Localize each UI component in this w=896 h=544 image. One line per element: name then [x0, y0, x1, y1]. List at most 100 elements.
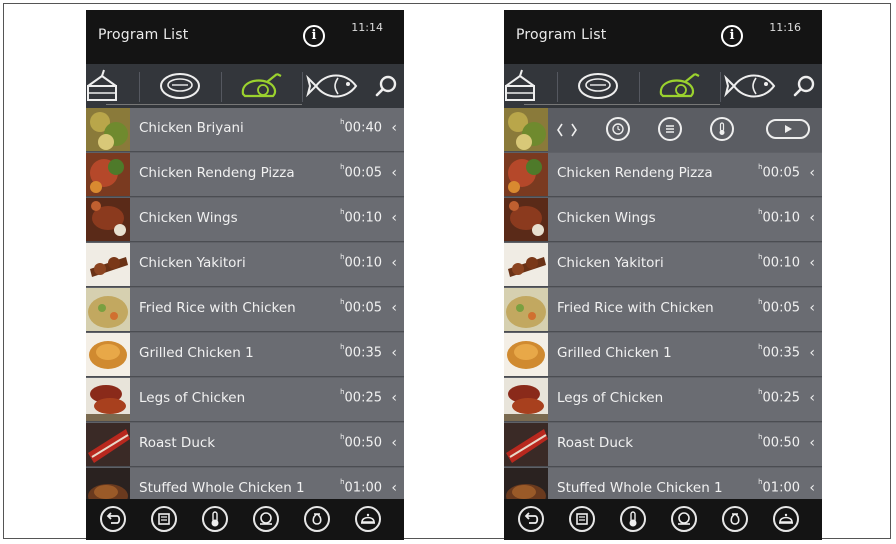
- play-icon[interactable]: [766, 119, 810, 139]
- program-duration: h00:05: [758, 163, 800, 181]
- chevron-left-icon[interactable]: ‹: [809, 345, 815, 361]
- chevron-left-icon[interactable]: ‹: [809, 165, 815, 181]
- list-item[interactable]: Chicken Briyani h00:40 ‹: [86, 108, 404, 152]
- program-name: Fried Rice with Chicken: [139, 300, 296, 316]
- chevron-left-icon[interactable]: ‹: [391, 255, 397, 271]
- page-title: Program List: [516, 27, 607, 43]
- program-name: Roast Duck: [139, 435, 216, 451]
- list-item[interactable]: Chicken Rendeng Pizza h00:05 ‹: [504, 153, 822, 197]
- list-item[interactable]: Chicken Yakitori h00:10 ‹: [504, 243, 822, 287]
- list-item[interactable]: Fried Rice with Chicken h00:05 ‹: [504, 288, 822, 332]
- food-thumbnail: [86, 378, 130, 421]
- chevron-left-icon[interactable]: ‹: [391, 435, 397, 451]
- poultry-icon[interactable]: [641, 64, 717, 108]
- cloche-icon[interactable]: [355, 506, 381, 532]
- list-item[interactable]: Roast Duck h00:50 ‹: [86, 423, 404, 467]
- meat-icon[interactable]: [560, 64, 636, 108]
- tab-divider: [221, 72, 222, 102]
- program-name: Chicken Yakitori: [139, 255, 246, 271]
- oven-icon[interactable]: [569, 506, 595, 532]
- program-duration: h00:25: [758, 388, 800, 406]
- title-bar: Program List i 11:14: [86, 10, 404, 64]
- list-item-swiped[interactable]: [504, 108, 822, 152]
- temperature-icon[interactable]: [710, 117, 734, 141]
- program-name: Grilled Chicken 1: [139, 345, 254, 361]
- phone-screen-2: Program List i 11:16 Chicken Rendeng Piz…: [504, 10, 822, 540]
- chevron-left-icon[interactable]: ‹: [391, 300, 397, 316]
- program-duration: h00:05: [340, 298, 382, 316]
- info-icon[interactable]: i: [721, 25, 743, 47]
- tab-divider: [139, 72, 140, 102]
- phone-screen-1: Program List i 11:14 Chicken Briyani h00…: [86, 10, 404, 540]
- search-icon[interactable]: [786, 64, 822, 108]
- details-icon[interactable]: [658, 117, 682, 141]
- program-duration: h00:05: [340, 163, 382, 181]
- category-tabs: [504, 64, 822, 108]
- chevron-left-icon[interactable]: ‹: [809, 255, 815, 271]
- cake-icon[interactable]: [86, 64, 136, 108]
- chevron-left-icon[interactable]: ‹: [391, 345, 397, 361]
- list-item[interactable]: Fried Rice with Chicken h00:05 ‹: [86, 288, 404, 332]
- chevron-left-icon[interactable]: ‹: [809, 390, 815, 406]
- info-icon[interactable]: i: [303, 25, 325, 47]
- chevron-left-icon[interactable]: ‹: [809, 435, 815, 451]
- bottom-toolbar: [504, 499, 822, 540]
- program-name: Fried Rice with Chicken: [557, 300, 714, 316]
- fish-icon[interactable]: [304, 64, 366, 108]
- plate-icon[interactable]: [671, 506, 697, 532]
- chevron-left-icon[interactable]: ‹: [809, 300, 815, 316]
- list-item[interactable]: Roast Duck h00:50 ‹: [504, 423, 822, 467]
- oven-icon[interactable]: [151, 506, 177, 532]
- poultry-icon[interactable]: [223, 64, 299, 108]
- list-item[interactable]: Chicken Wings h00:10 ‹: [504, 198, 822, 242]
- program-name: Roast Duck: [557, 435, 634, 451]
- title-bar: Program List i 11:16: [504, 10, 822, 64]
- cloche-icon[interactable]: [773, 506, 799, 532]
- food-thumbnail: [504, 108, 548, 151]
- timer-icon[interactable]: [606, 117, 630, 141]
- back-icon[interactable]: [518, 506, 544, 532]
- list-item[interactable]: Chicken Wings h00:10 ‹: [86, 198, 404, 242]
- list-item[interactable]: Grilled Chicken 1 h00:35 ‹: [86, 333, 404, 377]
- chevron-left-icon[interactable]: ‹: [809, 210, 815, 226]
- search-icon[interactable]: [368, 64, 404, 108]
- program-duration: h01:00: [340, 478, 382, 496]
- plate-icon[interactable]: [253, 506, 279, 532]
- tab-divider: [302, 72, 303, 102]
- list-item[interactable]: Chicken Yakitori h00:10 ‹: [86, 243, 404, 287]
- program-duration: h00:10: [758, 253, 800, 271]
- list-item[interactable]: Legs of Chicken h00:25 ‹: [504, 378, 822, 422]
- chevron-left-icon[interactable]: ‹: [391, 120, 397, 136]
- program-name: Legs of Chicken: [139, 390, 246, 406]
- meat-icon[interactable]: [142, 64, 218, 108]
- chevron-left-icon[interactable]: ‹: [391, 165, 397, 181]
- list-item[interactable]: Chicken Rendeng Pizza h00:05 ‹: [86, 153, 404, 197]
- temperature-icon[interactable]: [620, 506, 646, 532]
- chevron-left-icon[interactable]: ‹: [391, 210, 397, 226]
- program-name: Chicken Rendeng Pizza: [139, 165, 295, 181]
- food-thumbnail: [504, 288, 548, 331]
- chevron-left-icon[interactable]: ‹: [809, 480, 815, 496]
- temperature-icon[interactable]: [202, 506, 228, 532]
- program-name: Chicken Wings: [139, 210, 238, 226]
- list-item[interactable]: Legs of Chicken h00:25 ‹: [86, 378, 404, 422]
- steam-icon[interactable]: [722, 506, 748, 532]
- program-duration: h00:40: [340, 118, 382, 136]
- program-duration: h01:00: [758, 478, 800, 496]
- chevron-left-icon[interactable]: ‹: [391, 390, 397, 406]
- program-duration: h00:10: [340, 253, 382, 271]
- chevron-left-icon[interactable]: ‹: [391, 480, 397, 496]
- back-icon[interactable]: [100, 506, 126, 532]
- program-duration: h00:05: [758, 298, 800, 316]
- food-thumbnail: [86, 288, 130, 331]
- food-thumbnail: [504, 423, 548, 466]
- program-duration: h00:50: [758, 433, 800, 451]
- list-item[interactable]: Grilled Chicken 1 h00:35 ‹: [504, 333, 822, 377]
- clock-time: 11:14: [351, 21, 383, 34]
- program-name: Chicken Yakitori: [557, 255, 664, 271]
- program-duration: h00:25: [340, 388, 382, 406]
- fish-icon[interactable]: [722, 64, 784, 108]
- steam-icon[interactable]: [304, 506, 330, 532]
- cake-icon[interactable]: [504, 64, 554, 108]
- row-action-bar: [548, 108, 822, 152]
